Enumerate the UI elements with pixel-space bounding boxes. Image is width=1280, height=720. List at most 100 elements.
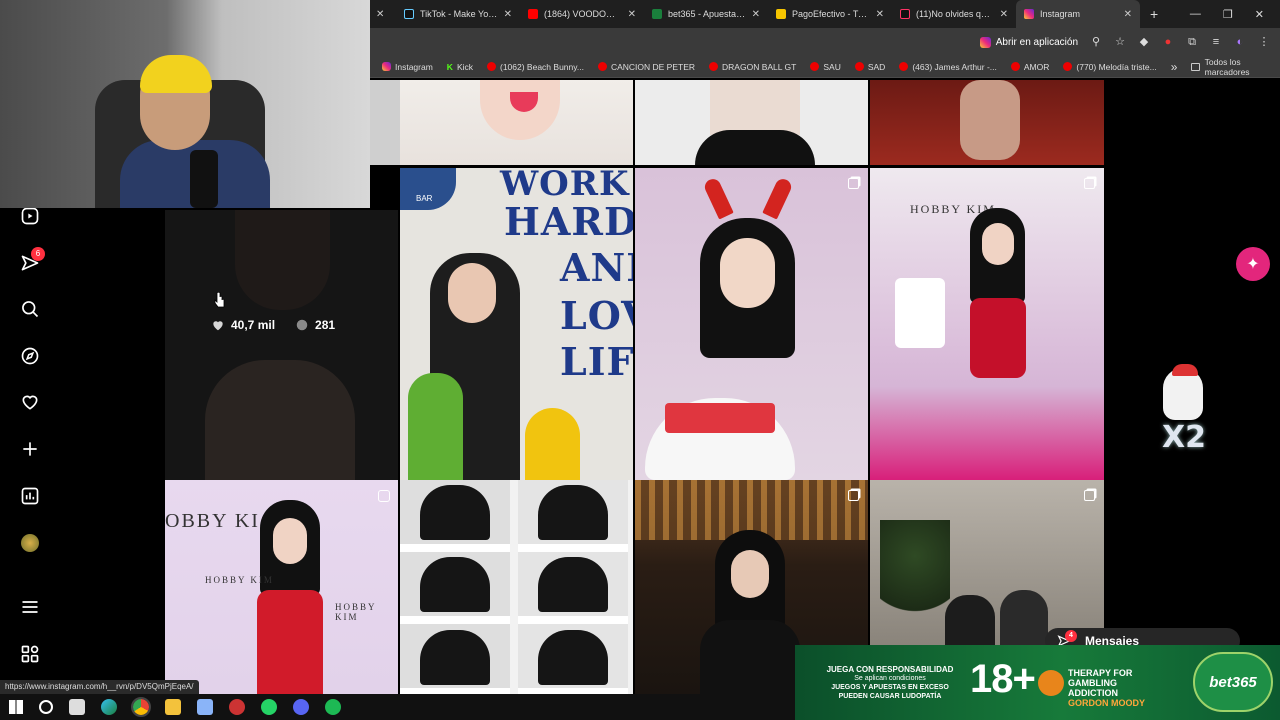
- create-nav-button[interactable]: [19, 438, 41, 460]
- post-photo: [982, 223, 1014, 265]
- minimize-button[interactable]: —: [1190, 8, 1201, 21]
- restore-button[interactable]: ❐: [1223, 8, 1233, 21]
- search-nav-button[interactable]: [19, 298, 41, 320]
- post-tile[interactable]: [370, 80, 400, 165]
- bookmark-item[interactable]: (770) Melodía triste...: [1063, 62, 1157, 72]
- extension-icon[interactable]: ◆: [1138, 36, 1150, 48]
- notifications-nav-button[interactable]: [19, 391, 41, 413]
- browser-tab-tiktok-2[interactable]: (11)No olvides que t ✕: [892, 0, 1016, 28]
- close-tab-icon[interactable]: ✕: [628, 9, 636, 20]
- post-tile[interactable]: [635, 168, 868, 480]
- post-tile[interactable]: [400, 80, 633, 165]
- spotify-icon[interactable]: [325, 699, 341, 715]
- reels-nav-button[interactable]: [19, 205, 41, 227]
- status-bar-url: https://www.instagram.com/h__rvn/p/DV5Qm…: [0, 680, 199, 694]
- post-tile-hovered[interactable]: 40,7 mil 281: [165, 210, 398, 480]
- post-photo: [235, 210, 330, 310]
- bookmark-item[interactable]: AMOR: [1010, 62, 1049, 72]
- close-tab-icon[interactable]: ✕: [376, 9, 384, 20]
- profile-icon[interactable]: ◐: [1234, 36, 1246, 48]
- os-taskbar: [0, 694, 795, 720]
- bookmark-item[interactable]: Instagram: [382, 62, 433, 72]
- dashboard-nav-button[interactable]: [19, 485, 41, 507]
- close-tab-icon[interactable]: ✕: [1124, 9, 1132, 20]
- browser-tab[interactable]: ✕: [370, 0, 396, 28]
- post-photo: [205, 360, 355, 480]
- bookmark-item[interactable]: SAU: [810, 62, 841, 72]
- youtube-icon: [709, 62, 719, 71]
- media-controls-icon[interactable]: ≡: [1210, 36, 1222, 48]
- bookmarks-overflow-button[interactable]: »: [1171, 60, 1178, 74]
- post-tile[interactable]: WORK HARD AND LOVE LIFE BAR: [400, 168, 633, 480]
- browser-tab-pagoefectivo[interactable]: PagoEfectivo - Transa ✕: [768, 0, 892, 28]
- edge-icon[interactable]: [101, 699, 117, 715]
- windows-start-icon[interactable]: [9, 700, 23, 714]
- menu-icon[interactable]: ⋮: [1258, 36, 1270, 48]
- extension-red-icon[interactable]: ●: [1162, 36, 1174, 48]
- duck-hat: [1172, 364, 1198, 376]
- post-photo: [420, 485, 490, 540]
- post-tile[interactable]: OBBY KI HOBBY KIM HOBBY KIM: [165, 480, 398, 694]
- bookmark-item[interactable]: (1062) Beach Bunny...: [487, 62, 584, 72]
- app-icon[interactable]: [229, 699, 245, 715]
- app-icon[interactable]: [197, 699, 213, 715]
- post-tile[interactable]: [870, 80, 1104, 165]
- ad-disclaimer: JUEGA CON RESPONSABILIDAD Se aplican con…: [826, 665, 954, 700]
- browser-tab-youtube[interactable]: (1864) VOODOO - Yo ✕: [520, 0, 644, 28]
- discord-icon[interactable]: [293, 699, 309, 715]
- new-tab-button[interactable]: +: [1140, 6, 1158, 22]
- brand-text: OBBY KI: [165, 510, 260, 532]
- post-text-and: AND: [560, 245, 633, 290]
- post-photo: [408, 373, 463, 480]
- age-restriction: 18+: [970, 657, 1036, 701]
- heart-icon: [213, 321, 223, 331]
- browser-tab-instagram[interactable]: Instagram ✕: [1016, 0, 1140, 28]
- carousel-icon: [1084, 490, 1095, 501]
- puzzle-icon[interactable]: ⧉: [1186, 36, 1198, 48]
- explore-nav-button[interactable]: [19, 345, 41, 367]
- dashboard-icon: [21, 487, 39, 505]
- browser-tab-bet365[interactable]: bet365 - Apuestas de ✕: [644, 0, 768, 28]
- instagram-icon: [979, 36, 991, 48]
- also-from-meta-button[interactable]: [19, 643, 41, 665]
- post-photo: [702, 176, 734, 220]
- task-view-icon[interactable]: [69, 699, 85, 715]
- close-window-button[interactable]: ✕: [1255, 8, 1264, 21]
- post-text-love: LOVE: [560, 293, 633, 338]
- bet365-logo: bet365: [1193, 652, 1273, 712]
- open-in-app-button[interactable]: Abrir en aplicación: [979, 36, 1078, 48]
- palm-tree: [880, 520, 950, 640]
- gambling-ad-banner[interactable]: JUEGA CON RESPONSABILIDAD Se aplican con…: [795, 645, 1280, 720]
- diamond-icon: ✦: [1246, 256, 1260, 273]
- close-tab-icon[interactable]: ✕: [504, 9, 512, 20]
- profile-avatar[interactable]: [21, 534, 39, 552]
- browser-tab-tiktok[interactable]: TikTok - Make Your D ✕: [396, 0, 520, 28]
- post-tile[interactable]: [400, 480, 633, 694]
- plus-icon: [23, 442, 37, 456]
- post-tile[interactable]: [635, 80, 868, 165]
- post-photo: [720, 238, 775, 308]
- post-tile[interactable]: HOBBY KIM: [870, 168, 1104, 480]
- bookmark-item[interactable]: (463) James Arthur -...: [899, 62, 997, 72]
- bookmark-item[interactable]: SAD: [854, 62, 885, 72]
- more-nav-button[interactable]: [19, 596, 41, 618]
- close-tab-icon[interactable]: ✕: [752, 9, 760, 20]
- search-icon[interactable]: [39, 700, 53, 714]
- zoom-icon[interactable]: ⚲: [1090, 36, 1102, 48]
- close-tab-icon[interactable]: ✕: [876, 9, 884, 20]
- bookmark-item[interactable]: CANCION DE PETER: [597, 62, 695, 72]
- browser-tab-strip: ✕ TikTok - Make Your D ✕ (1864) VOODOO -…: [370, 0, 1280, 28]
- instagram-sidebar: 6: [0, 205, 60, 694]
- bookmark-item[interactable]: K Kick: [447, 62, 473, 72]
- all-bookmarks-button[interactable]: Todos los marcadores: [1191, 57, 1280, 77]
- floating-extension-button[interactable]: ✦: [1236, 247, 1270, 281]
- close-tab-icon[interactable]: ✕: [1000, 9, 1008, 20]
- bookmark-star-icon[interactable]: ☆: [1114, 36, 1126, 48]
- file-explorer-icon[interactable]: [165, 699, 181, 715]
- chrome-icon[interactable]: [131, 697, 151, 717]
- whatsapp-icon[interactable]: [261, 699, 277, 715]
- bookmark-item[interactable]: DRAGON BALL GT: [709, 62, 796, 72]
- post-photo: [731, 550, 769, 598]
- post-photo: [695, 130, 815, 165]
- tiktok-icon: [404, 9, 414, 19]
